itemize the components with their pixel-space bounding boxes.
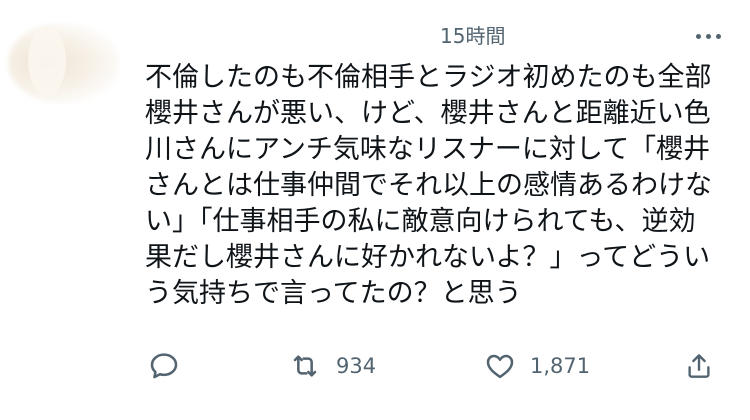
more-options-button[interactable] <box>688 22 728 50</box>
retweet-button[interactable]: 934 <box>288 344 376 388</box>
tweet-text-line: 不倫したのも不倫相手とラジオ初めたのも全部 <box>145 62 712 93</box>
share-button[interactable] <box>684 344 714 388</box>
tweet-text-line: い」「仕事相手の私に敵意向けられても、逆効 <box>145 206 696 237</box>
action-bar: 934 1,871 <box>0 344 750 388</box>
like-button[interactable]: 1,871 <box>484 344 590 388</box>
more-dot-icon <box>695 33 701 39</box>
share-icon <box>688 354 710 378</box>
reply-button[interactable] <box>148 344 180 388</box>
reply-icon <box>150 353 178 379</box>
tweet-text-line: 川さんにアンチ気味なリスナーに対して「櫻井 <box>145 134 711 165</box>
more-dot-icon <box>705 33 711 39</box>
retweet-count: 934 <box>336 354 377 378</box>
tweet-text-line: 果だし櫻井さんに好かれないよ？」ってどうい <box>145 242 711 273</box>
tweet-text-line: う気持ちで言ってたの？と思う <box>145 278 522 309</box>
retweet-icon <box>293 355 317 377</box>
tweet-text-line: さんとは仕事仲間でそれ以上の感情あるわけな <box>145 170 712 201</box>
tweet-text: 不倫したのも不倫相手とラジオ初めたのも全部 櫻井さんが悪い、けど、櫻井さんと距離近… <box>145 60 735 312</box>
more-dot-icon <box>715 33 721 39</box>
heart-icon <box>486 354 514 379</box>
avatar[interactable] <box>0 22 120 104</box>
like-count: 1,871 <box>530 354 591 378</box>
tweet-text-line: 櫻井さんが悪い、けど、櫻井さんと距離近い色 <box>145 98 711 129</box>
timestamp[interactable]: 15時間 <box>440 24 505 48</box>
tweet[interactable]: 15時間 不倫したのも不倫相手とラジオ初めたのも全部 櫻井さんが悪い、けど、櫻井さ… <box>0 0 750 420</box>
